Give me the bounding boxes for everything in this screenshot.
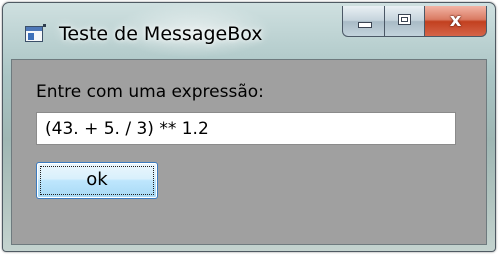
message-box-window: Teste de MessageBox x Entre com uma expr… [2, 2, 496, 252]
minimize-button[interactable] [342, 6, 384, 37]
app-window-icon[interactable] [25, 24, 46, 42]
close-icon: x [449, 10, 462, 31]
close-button[interactable]: x [424, 6, 487, 37]
maximize-icon [398, 14, 411, 25]
ok-button-label: ok [86, 169, 108, 190]
window-title: Teste de MessageBox [59, 23, 263, 45]
dialog-body: Entre com uma expressão: ok [11, 59, 487, 245]
title-bar[interactable]: Teste de MessageBox x [3, 3, 495, 55]
caption-buttons: x [342, 6, 487, 37]
ok-button[interactable]: ok [36, 162, 158, 199]
expression-prompt-label: Entre com uma expressão: [36, 82, 264, 102]
expression-input[interactable] [36, 112, 456, 145]
minimize-icon [358, 22, 372, 28]
maximize-button[interactable] [384, 6, 424, 37]
